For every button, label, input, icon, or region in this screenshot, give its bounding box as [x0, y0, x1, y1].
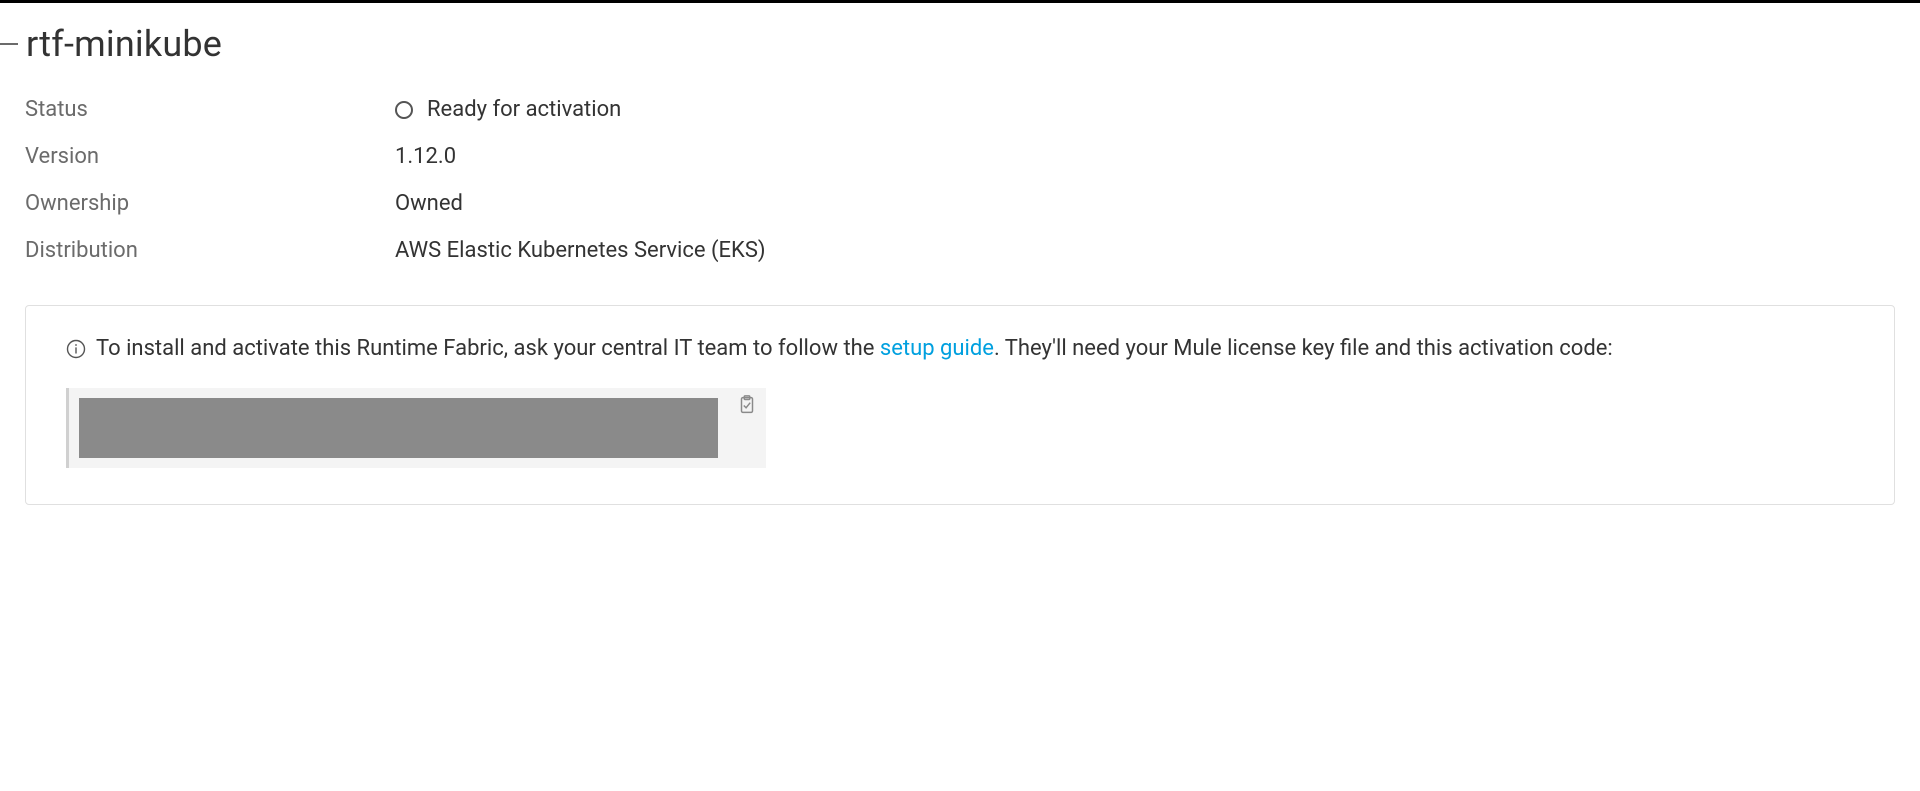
activation-code-block: [66, 388, 766, 468]
info-icon: [66, 338, 86, 358]
version-value: 1.12.0: [395, 144, 1895, 169]
copy-to-clipboard-button[interactable]: [728, 388, 766, 416]
version-label: Version: [25, 144, 395, 169]
properties-grid: Status Ready for activation Version 1.12…: [25, 97, 1895, 263]
status-circle-icon: [395, 101, 413, 119]
title-dash-icon: [0, 43, 18, 45]
setup-guide-link[interactable]: setup guide: [880, 336, 994, 361]
clipboard-check-icon: [736, 394, 758, 416]
activation-code-value: [79, 398, 718, 458]
info-text-after: . They'll need your Mule license key fil…: [994, 336, 1613, 361]
status-value-row: Ready for activation: [395, 97, 1895, 122]
distribution-value: AWS Elastic Kubernetes Service (EKS): [395, 238, 1895, 263]
status-label: Status: [25, 97, 395, 122]
ownership-value: Owned: [395, 191, 1895, 216]
info-text-before: To install and activate this Runtime Fab…: [96, 336, 880, 361]
page-title: rtf-minikube: [26, 23, 222, 65]
distribution-label: Distribution: [25, 238, 395, 263]
ownership-label: Ownership: [25, 191, 395, 216]
activation-info-panel: To install and activate this Runtime Fab…: [25, 305, 1895, 505]
status-value: Ready for activation: [427, 97, 621, 122]
activation-info-text: To install and activate this Runtime Fab…: [96, 334, 1613, 364]
